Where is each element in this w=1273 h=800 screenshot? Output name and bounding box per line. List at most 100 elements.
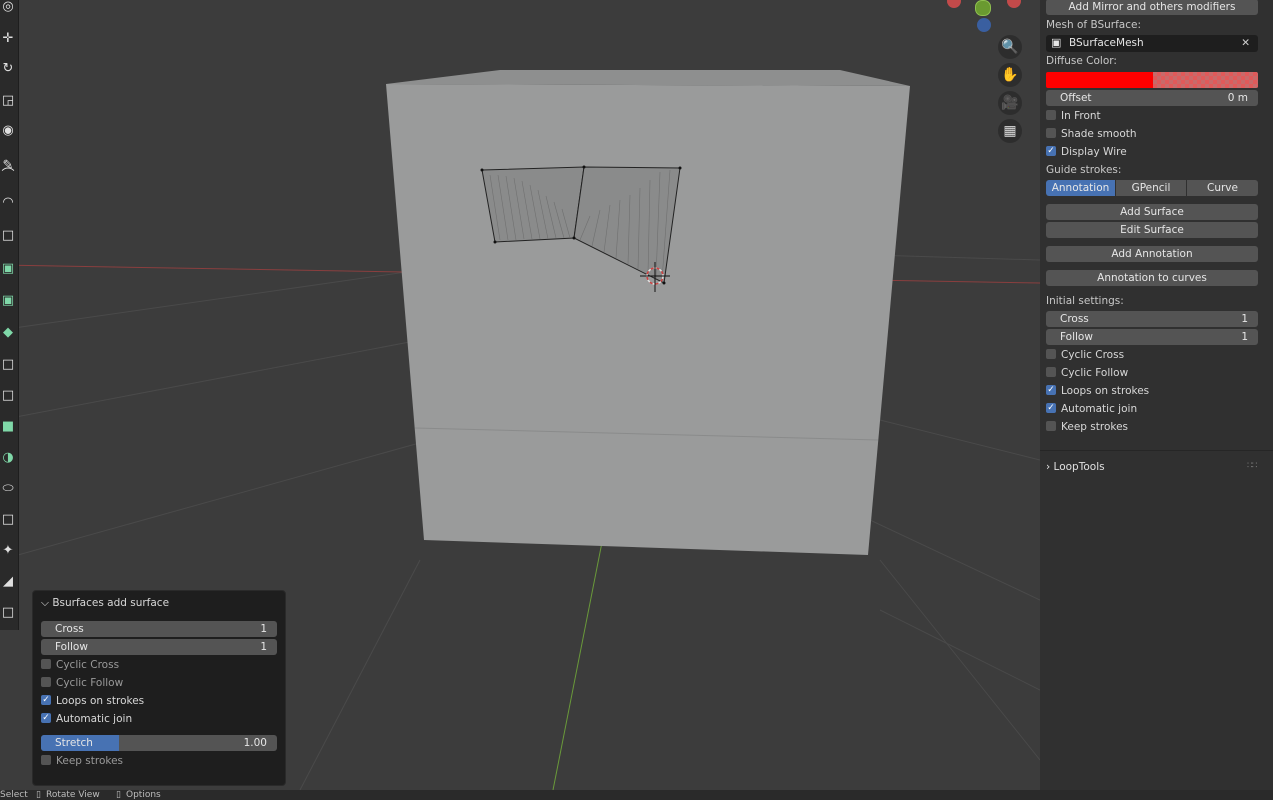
tab-gpencil[interactable]: GPencil [1116,180,1186,196]
checkbox-icon [1046,367,1056,377]
shade-smooth-checkbox[interactable]: Shade smooth [1046,127,1137,141]
annotate-line-icon[interactable]: ⌒ [0,165,16,187]
gizmo-z-axis[interactable] [977,18,991,32]
drag-handle-icon[interactable]: ∷∷ [1247,461,1258,471]
zoom-icon[interactable]: 🔍 [998,35,1022,59]
hand-pan-icon[interactable]: ✋ [998,63,1022,87]
chevron-right-icon: › [1046,461,1051,473]
operator-cyclic-cross-checkbox[interactable]: Cyclic Cross [41,658,119,672]
status-bar: Select ▯ Rotate View ▯ Options [0,790,1273,800]
spin-icon[interactable]: ◑ [0,447,16,469]
grid-perspective-icon[interactable]: ▦ [998,119,1022,143]
loops-on-strokes-label: Loops on strokes [1061,385,1150,397]
measure-tool-icon[interactable]: ◠ [0,192,16,214]
edit-surface-button[interactable]: Edit Surface [1046,222,1258,238]
cyclic-cross-label: Cyclic Cross [1061,349,1125,361]
edge-slide-icon[interactable]: □ [0,509,16,531]
rotate-tool-icon[interactable]: ↻ [0,58,16,80]
add-surface-button[interactable]: Add Surface [1046,204,1258,220]
operator-panel[interactable]: ⌵ Bsurfaces add surface Cross 1 Follow 1… [32,590,286,786]
poly-build-icon[interactable]: ■ [0,416,16,438]
inset-icon[interactable]: ▣ [0,290,16,312]
cursor-tool-icon[interactable]: ◎ [0,0,16,18]
checkbox-icon [1046,421,1056,431]
operator-follow-label: Follow [55,641,88,653]
add-cube-icon[interactable]: □ [0,225,16,247]
follow-field[interactable]: Follow 1 [1046,329,1258,345]
close-icon[interactable]: ✕ [1241,35,1250,51]
status-select: Select [0,790,28,800]
operator-stretch-slider[interactable]: Stretch 1.00 [41,735,277,751]
3d-viewport[interactable]: 🔍 ✋ 🎥 ▦ ◎ ✛ ↻ ◲ ◉ ✎ ⌒ ◠ □ ▣ ▣ ◆ □ □ ■ ◑ … [0,0,1040,790]
status-rotate-view: Rotate View [46,790,100,800]
display-wire-label: Display Wire [1061,146,1127,158]
add-mirror-button[interactable]: Add Mirror and others modifiers [1046,0,1258,15]
operator-loops-label: Loops on strokes [56,695,145,707]
automatic-join-checkbox[interactable]: ✓ Automatic join [1046,402,1137,416]
sidebar-panel: Add Mirror and others modifiers Mesh of … [1040,0,1273,790]
operator-keep-strokes-checkbox[interactable]: Keep strokes [41,754,123,768]
operator-panel-header[interactable]: ⌵ Bsurfaces add surface [41,597,169,610]
keep-strokes-label: Keep strokes [1061,421,1129,433]
shrink-fatten-icon[interactable]: ✦ [0,540,16,562]
operator-automatic-join-label: Automatic join [56,713,133,725]
mesh-label: Mesh of BSurface: [1046,19,1141,31]
mesh-selector[interactable]: ▣ BSurfaceMesh ✕ [1046,35,1258,52]
operator-automatic-join-checkbox[interactable]: ✓ Automatic join [41,712,132,726]
offset-label: Offset [1060,92,1092,104]
offset-field[interactable]: Offset 0 m [1046,90,1258,106]
bevel-icon[interactable]: ◆ [0,322,16,344]
smooth-icon[interactable]: ⬭ [0,478,16,500]
tab-annotation[interactable]: Annotation [1046,180,1115,196]
in-front-checkbox[interactable]: In Front [1046,109,1101,123]
initial-settings-label: Initial settings: [1046,295,1124,307]
operator-cross-label: Cross [55,623,84,635]
cyclic-follow-label: Cyclic Follow [1061,367,1129,379]
operator-follow-value: 1 [260,641,267,653]
looptools-label: LoopTools [1053,461,1105,473]
diffuse-color-solid [1046,72,1153,88]
extrude-icon[interactable]: ▣ [0,258,16,280]
cyclic-follow-checkbox[interactable]: Cyclic Follow [1046,366,1128,380]
checkbox-icon [41,677,51,687]
checkmark-icon: ✓ [1046,385,1056,395]
camera-icon[interactable]: 🎥 [998,91,1022,115]
operator-cross-field[interactable]: Cross 1 [41,621,277,637]
operator-stretch-label: Stretch [55,737,93,749]
loop-cut-icon[interactable]: □ [0,354,16,376]
looptools-header[interactable]: › LoopTools [1046,461,1105,473]
move-tool-icon[interactable]: ✛ [0,28,16,50]
checkmark-icon: ✓ [1046,146,1056,156]
operator-keep-strokes-label: Keep strokes [56,755,124,767]
follow-label: Follow [1060,331,1093,343]
chevron-down-icon: ⌵ [41,597,49,609]
loops-on-strokes-checkbox[interactable]: ✓ Loops on strokes [1046,384,1149,398]
tab-curve[interactable]: Curve [1187,180,1258,196]
operator-cross-value: 1 [260,623,267,635]
operator-cyclic-follow-checkbox[interactable]: Cyclic Follow [41,676,123,690]
operator-follow-field[interactable]: Follow 1 [41,639,277,655]
display-wire-checkbox[interactable]: ✓ Display Wire [1046,145,1127,159]
guide-strokes-label: Guide strokes: [1046,164,1122,176]
add-annotation-button[interactable]: Add Annotation [1046,246,1258,262]
shear-icon[interactable]: ◢ [0,571,16,593]
keep-strokes-checkbox[interactable]: Keep strokes [1046,420,1128,434]
checkbox-icon [1046,110,1056,120]
rip-icon[interactable]: □ [0,602,16,624]
transform-tool-icon[interactable]: ◉ [0,120,16,142]
diffuse-color-swatch[interactable] [1046,72,1258,88]
status-options: Options [126,790,161,800]
gizmo-y-axis[interactable] [975,0,991,16]
cross-value: 1 [1241,313,1248,325]
in-front-label: In Front [1061,110,1101,122]
mesh-value: BSurfaceMesh [1069,37,1144,49]
knife-icon[interactable]: □ [0,385,16,407]
cube-front-face[interactable] [386,84,910,555]
offset-value: 0 m [1227,92,1248,104]
scale-tool-icon[interactable]: ◲ [0,90,16,112]
operator-loops-on-strokes-checkbox[interactable]: ✓ Loops on strokes [41,694,144,708]
cyclic-cross-checkbox[interactable]: Cyclic Cross [1046,348,1124,362]
annotation-to-curves-button[interactable]: Annotation to curves [1046,270,1258,286]
cross-field[interactable]: Cross 1 [1046,311,1258,327]
checkbox-icon [1046,349,1056,359]
